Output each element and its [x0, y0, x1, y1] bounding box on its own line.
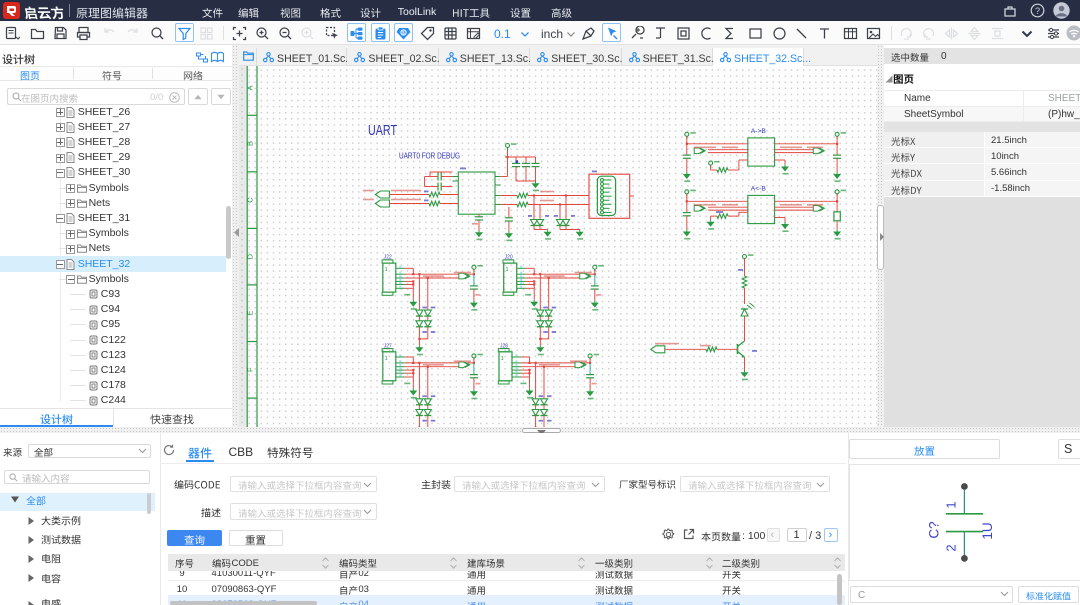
svg-text:C?: C?: [927, 521, 942, 538]
svg-text:UART: UART: [368, 123, 397, 139]
svg-text:B: B: [246, 141, 255, 146]
svg-text:1: 1: [506, 267, 509, 273]
svg-text:1: 1: [385, 356, 388, 362]
svg-text:UART0 FOR DEBUG: UART0 FOR DEBUG: [399, 152, 460, 161]
svg-text:D: D: [246, 253, 255, 259]
svg-text:C: C: [246, 197, 255, 203]
svg-text:A<-B: A<-B: [751, 186, 766, 193]
svg-text:1: 1: [501, 356, 504, 362]
svg-text:A: A: [246, 85, 255, 90]
svg-text:1: 1: [944, 501, 959, 508]
svg-text:E: E: [246, 310, 255, 315]
svg-text:1: 1: [385, 267, 388, 273]
svg-text:2: 2: [944, 544, 959, 551]
svg-text:A->B: A->B: [751, 128, 766, 135]
svg-text:F: F: [246, 367, 255, 372]
svg-text:?: ?: [1035, 6, 1040, 16]
svg-text:1U: 1U: [980, 522, 995, 539]
